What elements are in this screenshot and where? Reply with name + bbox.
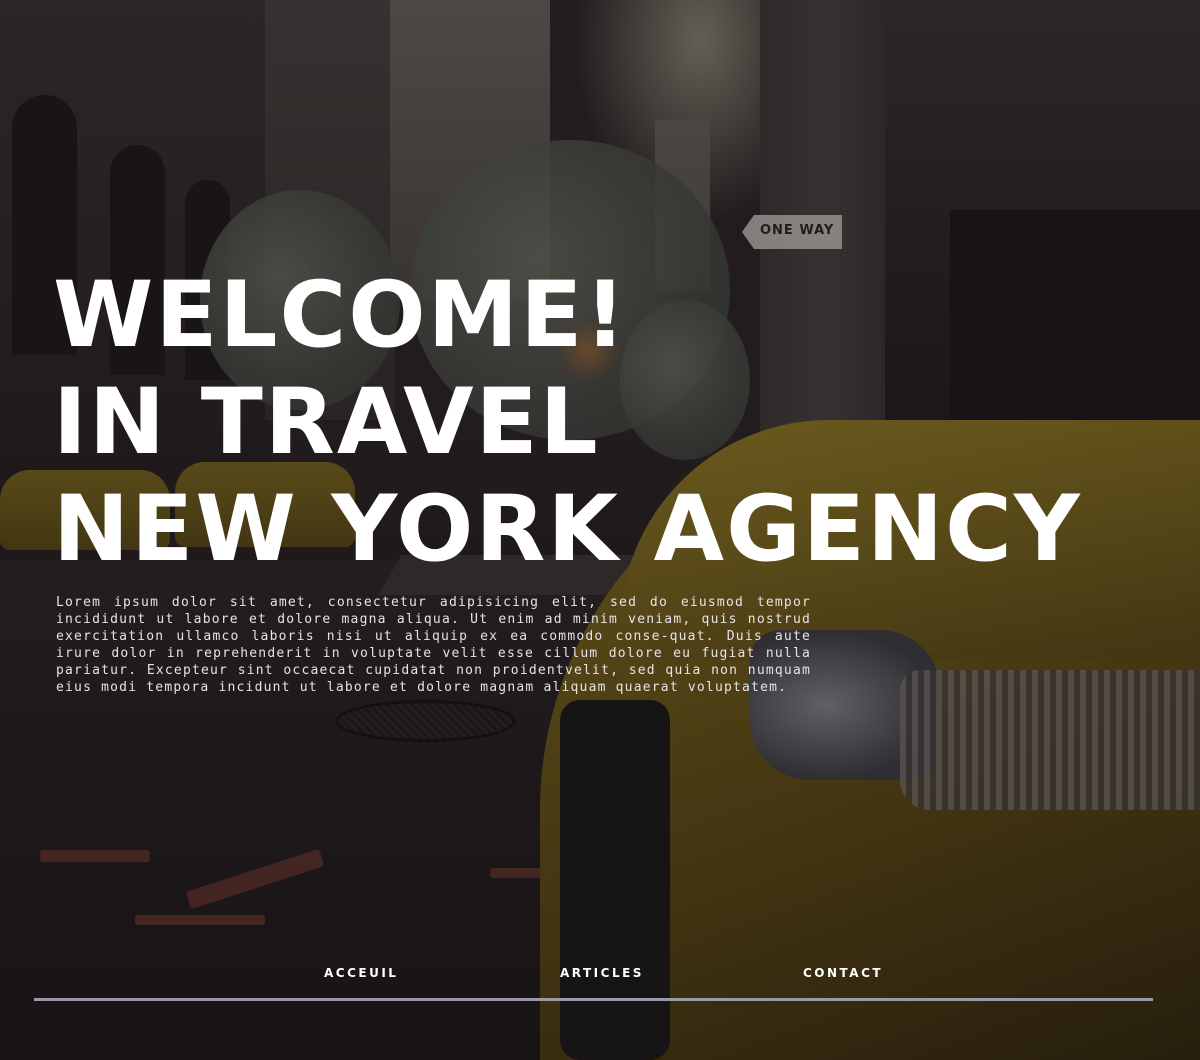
headline-line-3: NEW YORK AGENCY [53,477,1082,582]
headline-line-1: WELCOME! [53,263,628,368]
main-navigation: ACCEUIL ARTICLES CONTACT [34,960,1153,1001]
nav-link-articles[interactable]: ARTICLES [560,966,644,980]
headline-line-2: IN TRAVEL [53,370,600,475]
intro-paragraph: Lorem ipsum dolor sit amet, consectetur … [56,595,811,695]
nav-link-contact[interactable]: CONTACT [803,966,883,980]
hero-section: ONE WAY WELCOME! IN TRAVEL NEW YORK AGEN… [0,0,1200,1060]
hero-headline: WELCOME! IN TRAVEL NEW YORK AGENCY [53,262,1082,583]
nav-link-accueil[interactable]: ACCEUIL [324,966,398,980]
